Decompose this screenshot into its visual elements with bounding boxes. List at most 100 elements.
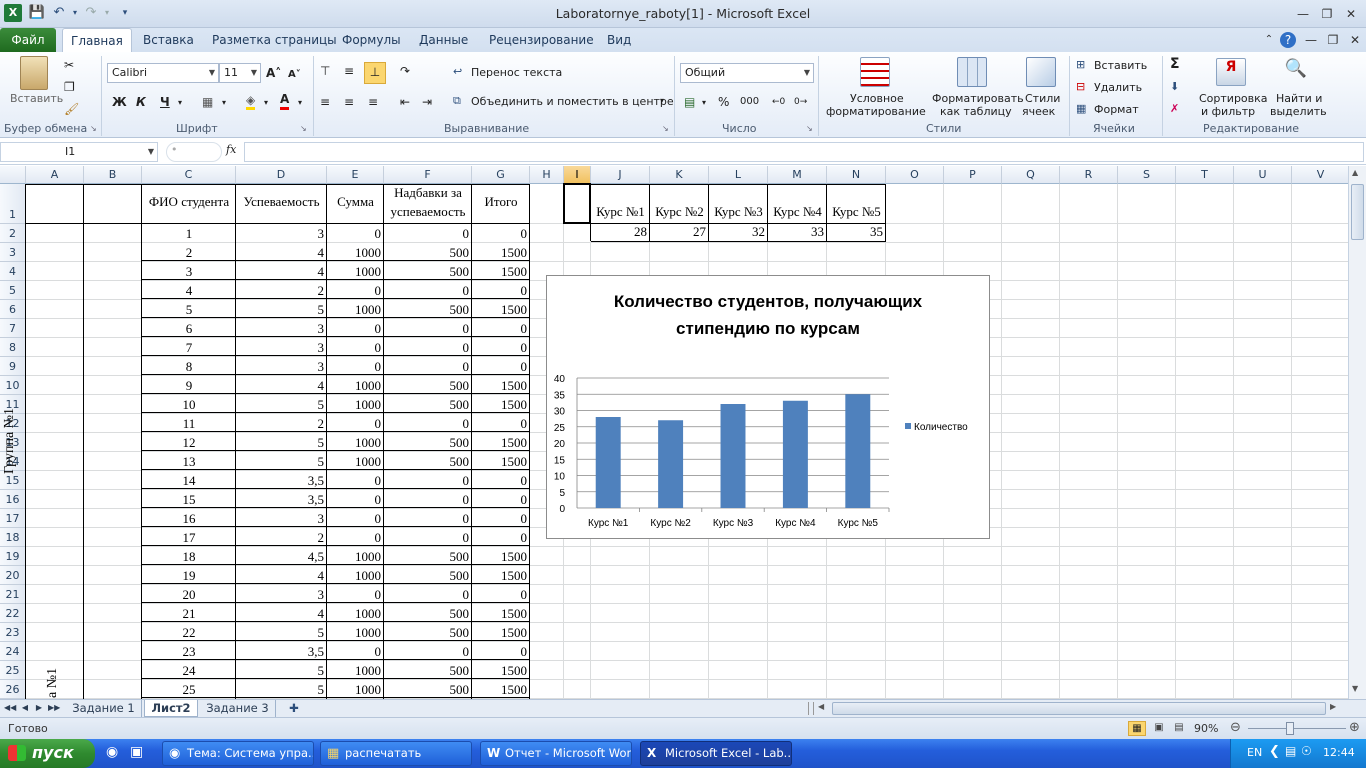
cell-fio[interactable]: 4 <box>142 282 236 300</box>
borders-icon[interactable]: ▦ <box>202 93 213 111</box>
cell-bonus[interactable]: 0 <box>384 643 472 661</box>
cell-bonus[interactable]: 0 <box>384 491 472 509</box>
cell-performance[interactable]: 4 <box>236 605 327 623</box>
cell-sum[interactable]: 0 <box>327 643 384 661</box>
name-box[interactable]: I1 ▼ <box>0 142 158 162</box>
fill-icon[interactable]: ⬇ <box>1170 80 1179 93</box>
cell-sum[interactable]: 1000 <box>327 301 384 319</box>
cell-bonus[interactable]: 500 <box>384 263 472 281</box>
row-header-23[interactable]: 23 <box>0 623 26 642</box>
cell-total[interactable]: 0 <box>472 415 530 433</box>
increase-indent-icon[interactable]: ⇥ <box>422 93 432 111</box>
thousands-button[interactable]: 000 <box>740 93 759 111</box>
copy-icon[interactable]: ❐ <box>64 78 75 96</box>
borders-dropdown-icon[interactable]: ▾ <box>222 94 226 112</box>
sheet-tab-task1[interactable]: Задание 1 <box>66 700 142 717</box>
merge-icon[interactable]: ⧉ <box>453 94 461 108</box>
cell-fio[interactable]: 23 <box>142 643 236 661</box>
currency-icon[interactable]: ▤ <box>684 93 695 111</box>
cell-total[interactable]: 0 <box>472 339 530 357</box>
row-header-6[interactable]: 6 <box>0 300 26 319</box>
chart[interactable]: Количество студентов, получающих стипенд… <box>546 275 990 539</box>
cell-bonus[interactable]: 0 <box>384 320 472 338</box>
cell-sum[interactable]: 0 <box>327 282 384 300</box>
course-header[interactable]: Курс №4 <box>768 204 827 220</box>
format-as-table-icon[interactable] <box>957 57 987 87</box>
cell-sum[interactable]: 0 <box>327 339 384 357</box>
row-header-1[interactable]: 1 <box>0 184 26 224</box>
cell-total[interactable]: 0 <box>472 472 530 490</box>
cell-performance[interactable]: 3 <box>236 225 327 243</box>
cell-total[interactable]: 1500 <box>472 377 530 395</box>
row-header-26[interactable]: 26 <box>0 680 26 699</box>
column-header-t[interactable]: T <box>1176 166 1234 184</box>
column-header-d[interactable]: D <box>236 166 327 184</box>
zoom-slider-track[interactable] <box>1248 728 1346 729</box>
tab-page-layout[interactable]: Разметка страницы <box>212 28 337 52</box>
cell-performance[interactable]: 3 <box>236 586 327 604</box>
cell-performance[interactable]: 5 <box>236 434 327 452</box>
paste-label[interactable]: Вставить <box>10 92 63 105</box>
column-header-m[interactable]: M <box>768 166 827 184</box>
cell-fio[interactable]: 1 <box>142 225 236 243</box>
row-header-3[interactable]: 3 <box>0 243 26 262</box>
cell-performance[interactable]: 5 <box>236 453 327 471</box>
zoom-in-icon[interactable]: ⊕ <box>1349 720 1360 735</box>
tray-network-icon[interactable]: ▤ <box>1285 744 1296 758</box>
tray-volume-icon[interactable]: ☉ <box>1301 744 1312 758</box>
tab-formulas[interactable]: Формулы <box>342 28 401 52</box>
cell-fio[interactable]: 21 <box>142 605 236 623</box>
grow-font-icon[interactable]: A˄ <box>266 64 281 82</box>
course-value[interactable]: 35 <box>827 223 886 241</box>
cell-sum[interactable]: 1000 <box>327 605 384 623</box>
tab-review[interactable]: Рецензирование <box>489 28 594 52</box>
orientation-icon[interactable]: ↷ <box>400 62 410 80</box>
tab-view[interactable]: Вид <box>607 28 631 52</box>
course-header[interactable]: Курс №2 <box>650 204 709 220</box>
column-header-v[interactable]: V <box>1292 166 1348 184</box>
cell-total[interactable]: 0 <box>472 529 530 547</box>
column-header-p[interactable]: P <box>944 166 1002 184</box>
cell-sum[interactable]: 1000 <box>327 434 384 452</box>
cell-total[interactable]: 1500 <box>472 567 530 585</box>
cell-fio[interactable]: 20 <box>142 586 236 604</box>
cell-bonus[interactable]: 500 <box>384 624 472 642</box>
scroll-down-icon[interactable]: ▼ <box>1352 684 1358 693</box>
row-header-7[interactable]: 7 <box>0 319 26 338</box>
cell-bonus[interactable]: 0 <box>384 358 472 376</box>
number-format-combo[interactable]: Общий ▼ <box>680 63 814 83</box>
cell-fio[interactable]: 13 <box>142 453 236 471</box>
cell-styles-label-2[interactable]: ячеек <box>1022 105 1055 118</box>
cell-styles-icon[interactable] <box>1026 57 1056 87</box>
cell-performance[interactable]: 5 <box>236 681 327 699</box>
cell-sum[interactable]: 0 <box>327 415 384 433</box>
cell-performance[interactable]: 4,5 <box>236 548 327 566</box>
column-header-l[interactable]: L <box>709 166 768 184</box>
cell-styles-label[interactable]: Стили <box>1025 92 1060 105</box>
cell-sum[interactable]: 1000 <box>327 548 384 566</box>
taskbar-item-folder[interactable]: ▦ распечатать <box>320 741 472 766</box>
row-header-5[interactable]: 5 <box>0 281 26 300</box>
find-select-label[interactable]: Найти и <box>1276 92 1322 105</box>
sort-filter-icon[interactable]: Я <box>1216 58 1246 86</box>
help-icon[interactable]: ? <box>1280 32 1296 48</box>
fill-color-icon[interactable]: ◈ <box>246 93 256 110</box>
delete-cells-icon[interactable]: ⊟ <box>1076 80 1085 93</box>
align-center-icon[interactable]: ≡ <box>344 93 354 111</box>
conditional-formatting-label[interactable]: Условное <box>850 92 904 105</box>
cell-fio[interactable]: 5 <box>142 301 236 319</box>
cell-total[interactable]: 0 <box>472 320 530 338</box>
merge-center-button[interactable]: Объединить и поместить в центре <box>471 95 674 108</box>
column-header-e[interactable]: E <box>327 166 384 184</box>
normal-view-icon[interactable]: ▦ <box>1128 721 1146 736</box>
conditional-formatting-icon[interactable] <box>860 57 890 87</box>
cell-bonus[interactable]: 500 <box>384 377 472 395</box>
cell-sum[interactable]: 0 <box>327 529 384 547</box>
number-launcher-icon[interactable]: ↘ <box>806 124 813 133</box>
cell-performance[interactable]: 3 <box>236 358 327 376</box>
doc-minimize-icon[interactable]: — <box>1302 32 1320 48</box>
zoom-out-icon[interactable]: ⊖ <box>1230 720 1241 735</box>
cell-performance[interactable]: 4 <box>236 263 327 281</box>
insert-function-icon[interactable]: fx <box>226 143 236 156</box>
autosum-button[interactable]: Σ <box>1170 56 1180 72</box>
